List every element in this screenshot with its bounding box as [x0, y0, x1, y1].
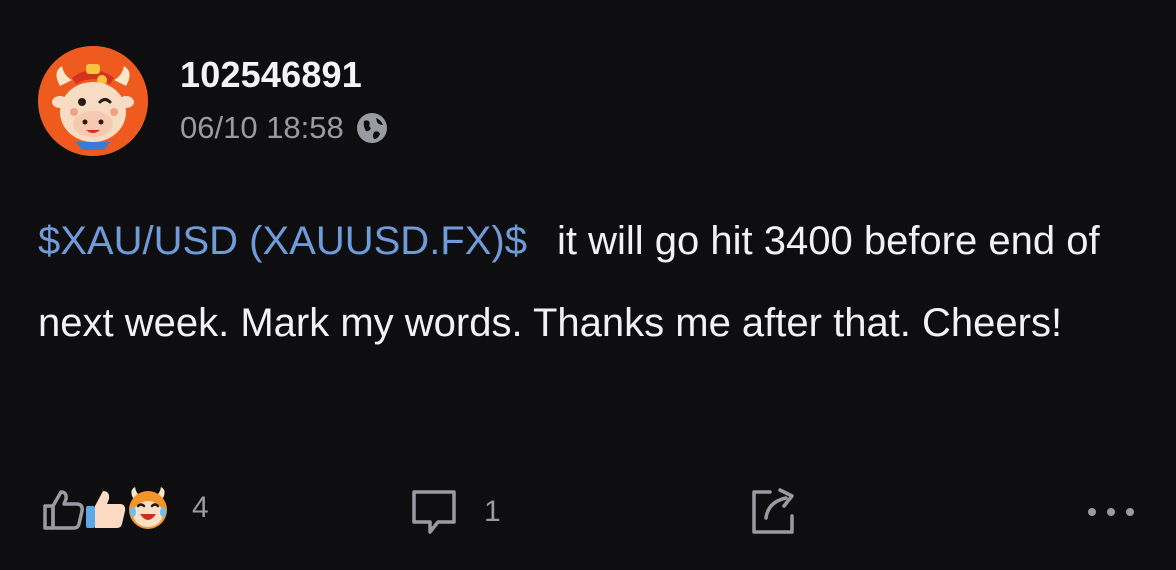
- post-content: $XAU/USD (XAUUSD.FX)$ it will go hit 3400…: [38, 200, 1148, 364]
- post-card: 102546891 06/10 18:58 $XAU/USD (XAUUSD.F…: [0, 0, 1176, 570]
- more-dots-icon[interactable]: [1084, 492, 1138, 532]
- comment-count: 1: [484, 495, 501, 528]
- like-button[interactable]: 4: [40, 484, 209, 532]
- globe-icon: [356, 113, 387, 143]
- thumbs-up-emoji-icon: [86, 491, 126, 528]
- share-icon[interactable]: [746, 484, 800, 538]
- post-meta: 06/10 18:58: [180, 110, 388, 146]
- post-timestamp: 06/10 18:58: [180, 110, 344, 145]
- avatar[interactable]: [38, 46, 148, 156]
- action-bar: 4 1: [0, 478, 1176, 548]
- comment-button[interactable]: 1: [408, 486, 501, 538]
- comment-icon: [412, 490, 456, 534]
- ticker-link[interactable]: $XAU/USD (XAUUSD.FX)$: [38, 219, 527, 263]
- username[interactable]: 102546891: [180, 54, 362, 96]
- bull-laughing-emoji-icon: [129, 487, 167, 529]
- thumbs-up-outline-icon: [43, 490, 84, 530]
- bull-mascot-icon: [38, 46, 148, 156]
- like-count: 4: [192, 491, 209, 524]
